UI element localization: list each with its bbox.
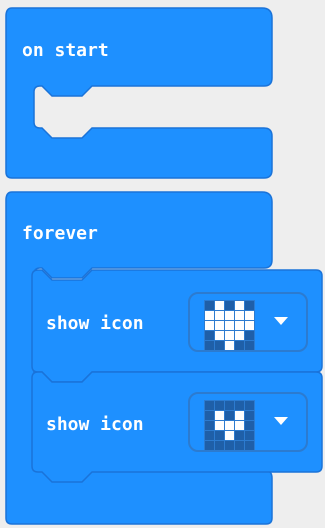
- led-on: [225, 431, 234, 440]
- led-off: [215, 431, 224, 440]
- show-icon-label: show icon: [46, 414, 144, 435]
- led-off: [235, 431, 244, 440]
- led-off: [245, 341, 254, 350]
- led-on: [225, 341, 234, 350]
- led-on: [245, 311, 254, 320]
- led-off: [245, 421, 254, 430]
- led-off: [245, 401, 254, 410]
- led-off: [225, 401, 234, 410]
- led-off: [245, 331, 254, 340]
- led-on: [235, 331, 244, 340]
- led-off: [225, 301, 234, 310]
- led-off: [245, 301, 254, 310]
- led-off: [205, 411, 214, 420]
- led-on: [225, 421, 234, 430]
- on-start-block[interactable]: [5, 7, 273, 179]
- led-on: [215, 411, 224, 420]
- led-on: [245, 321, 254, 330]
- led-on: [225, 311, 234, 320]
- led-on: [215, 311, 224, 320]
- led-off: [235, 341, 244, 350]
- led-on: [215, 331, 224, 340]
- led-off: [225, 411, 234, 420]
- led-off: [215, 441, 224, 450]
- led-off: [205, 401, 214, 410]
- small-heart-icon: [204, 400, 255, 451]
- icon-dropdown[interactable]: [188, 392, 308, 452]
- led-on: [215, 301, 224, 310]
- led-off: [235, 401, 244, 410]
- led-off: [205, 331, 214, 340]
- led-on: [235, 321, 244, 330]
- led-on: [205, 321, 214, 330]
- forever-label: forever: [22, 223, 98, 244]
- led-on: [235, 411, 244, 420]
- led-off: [205, 341, 214, 350]
- led-on: [235, 311, 244, 320]
- led-on: [215, 421, 224, 430]
- blocks-workspace[interactable]: on start forever show icon show icon: [0, 0, 325, 528]
- led-off: [245, 411, 254, 420]
- show-icon-label: show icon: [46, 313, 144, 334]
- on-start-label: on start: [22, 40, 109, 61]
- led-off: [225, 441, 234, 450]
- led-on: [225, 331, 234, 340]
- led-on: [235, 421, 244, 430]
- led-off: [205, 431, 214, 440]
- led-on: [205, 311, 214, 320]
- led-off: [205, 441, 214, 450]
- led-off: [205, 301, 214, 310]
- led-off: [245, 431, 254, 440]
- led-on: [235, 301, 244, 310]
- led-on: [225, 321, 234, 330]
- led-on: [215, 321, 224, 330]
- dropdown-arrow-icon: [274, 417, 288, 425]
- icon-dropdown[interactable]: [188, 292, 308, 352]
- led-off: [235, 441, 244, 450]
- led-off: [215, 341, 224, 350]
- led-off: [205, 421, 214, 430]
- dropdown-arrow-icon: [274, 317, 288, 325]
- heart-icon: [204, 300, 255, 351]
- led-off: [215, 401, 224, 410]
- led-off: [245, 441, 254, 450]
